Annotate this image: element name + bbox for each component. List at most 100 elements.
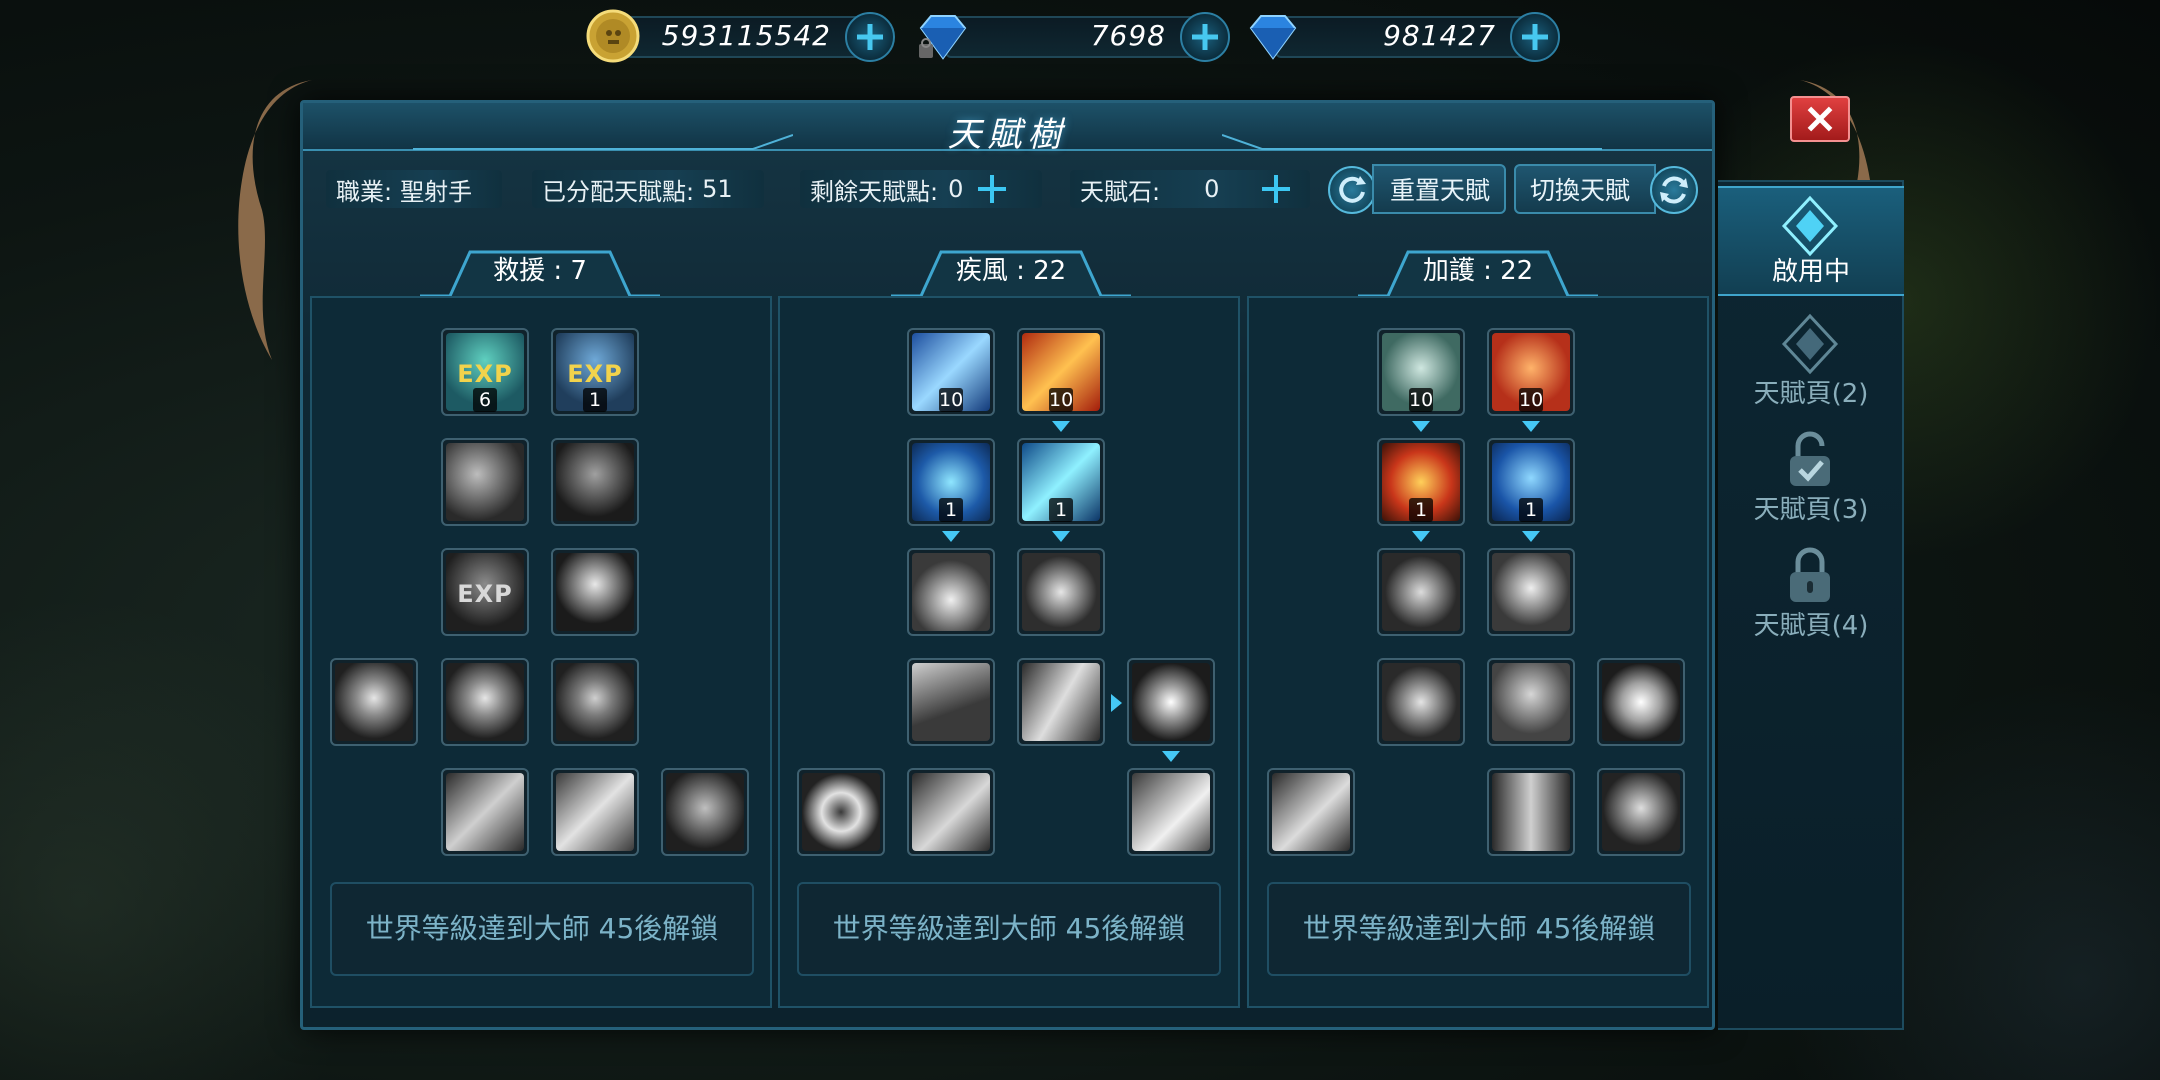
tab-talent-page-4[interactable]: 天賦頁(4) bbox=[1718, 538, 1904, 648]
gale-header-text: 疾風 : 22 bbox=[955, 256, 1067, 286]
guard-skill-hero[interactable] bbox=[1597, 768, 1685, 856]
rescue-unlock-notice: 世界等級達到大師 45後解鎖 bbox=[330, 882, 754, 976]
tab-page-4-label: 天賦頁(4) bbox=[1753, 611, 1869, 641]
meteor-icon bbox=[912, 773, 990, 851]
diamond-icon bbox=[1249, 15, 1297, 60]
guard-skill-statue[interactable] bbox=[1487, 548, 1575, 636]
tab-talent-page-2[interactable]: 天賦頁(2) bbox=[1718, 306, 1904, 416]
rescue-skill-exp-man[interactable]: EXP bbox=[441, 548, 529, 636]
gale-skill-spiral[interactable] bbox=[1017, 548, 1105, 636]
gale-skill-whirl[interactable] bbox=[907, 548, 995, 636]
guard-skill-arrows[interactable] bbox=[1267, 768, 1355, 856]
skill-level: 10 bbox=[939, 388, 964, 412]
class-value: 聖射手 bbox=[400, 177, 473, 206]
reset-icon[interactable] bbox=[1328, 166, 1376, 214]
switch-talent-button[interactable]: 切換天賦 bbox=[1514, 164, 1656, 214]
unlocked-lock-icon bbox=[1790, 431, 1830, 486]
rescue-exp-skill-1[interactable]: EXP 6 bbox=[441, 328, 529, 416]
bound-diamond-currency: 7698 bbox=[915, 12, 1230, 62]
hammer-icon bbox=[912, 663, 990, 741]
skill-level: 6 bbox=[473, 388, 497, 412]
diamond-amount: 981427 bbox=[1383, 19, 1496, 52]
talent-stone-info: 天賦石: 0 bbox=[1070, 170, 1310, 208]
path-arrow-icon bbox=[1052, 421, 1070, 432]
class-info: 職業: 聖射手 bbox=[326, 170, 502, 208]
pillar-icon bbox=[1492, 773, 1570, 851]
guard-skill-4[interactable]: 1 bbox=[1487, 438, 1575, 526]
guard-skill-3[interactable]: 1 bbox=[1377, 438, 1465, 526]
gale-skill-3[interactable]: 1 bbox=[907, 438, 995, 526]
target-icon bbox=[802, 773, 880, 851]
rescue-skill-heart-3[interactable] bbox=[551, 658, 639, 746]
guard-skill-dome[interactable] bbox=[1487, 658, 1575, 746]
title-bar: 天賦樹 bbox=[303, 103, 1712, 155]
add-talent-stone-button[interactable] bbox=[1259, 172, 1293, 206]
gale-skill-storm[interactable] bbox=[1127, 768, 1215, 856]
rescue-skill-aura[interactable] bbox=[551, 548, 639, 636]
guard-skill-2[interactable]: 10 bbox=[1487, 328, 1575, 416]
exp-text-3: EXP bbox=[457, 580, 513, 608]
path-arrow-icon bbox=[1052, 531, 1070, 542]
close-button[interactable] bbox=[1790, 96, 1850, 142]
bound-diamond-icon bbox=[919, 15, 967, 60]
currency-bar: 593115542 7698 981427 bbox=[585, 6, 1570, 66]
gale-skill-sparkle[interactable] bbox=[1127, 658, 1215, 746]
gale-skill-hammer[interactable] bbox=[907, 658, 995, 746]
gale-skill-meteor[interactable] bbox=[907, 768, 995, 856]
path-arrow-icon bbox=[1412, 531, 1430, 542]
gale-unlock-notice: 世界等級達到大師 45後解鎖 bbox=[797, 882, 1221, 976]
switch-icon[interactable] bbox=[1650, 166, 1698, 214]
rescue-skill-warrior[interactable] bbox=[551, 438, 639, 526]
storm-icon bbox=[1132, 773, 1210, 851]
tab-page-2-label: 天賦頁(2) bbox=[1753, 379, 1869, 409]
tab-talent-page-3[interactable]: 天賦頁(3) bbox=[1718, 422, 1904, 532]
guard-skill-burst[interactable] bbox=[1597, 658, 1685, 746]
talent-page-sidebar: 啟用中 天賦頁(2) 天賦頁(3) 天賦頁(4) bbox=[1718, 180, 1904, 1030]
rescue-skill-arrows[interactable] bbox=[441, 768, 529, 856]
add-bound-diamond-button[interactable] bbox=[1180, 12, 1230, 62]
tab-page-3-label: 天賦頁(3) bbox=[1753, 495, 1869, 525]
add-talent-point-button[interactable] bbox=[975, 172, 1009, 206]
rescue-skill-heart-2[interactable] bbox=[441, 658, 529, 746]
gale-skill-blade[interactable] bbox=[1017, 658, 1105, 746]
burst-icon bbox=[1602, 663, 1680, 741]
gale-skill-2[interactable]: 10 bbox=[1017, 328, 1105, 416]
window-title: 天賦樹 bbox=[947, 115, 1068, 155]
reset-talent-button[interactable]: 重置天賦 bbox=[1372, 164, 1506, 214]
class-label: 職業: bbox=[336, 177, 393, 206]
rescue-skill-skull[interactable] bbox=[661, 768, 749, 856]
spiral-icon bbox=[1022, 553, 1100, 631]
gold-amount: 593115542 bbox=[661, 19, 831, 52]
heart-icon bbox=[335, 663, 413, 741]
add-gold-button[interactable] bbox=[845, 12, 895, 62]
guard-skill-lightning-shield[interactable] bbox=[1377, 548, 1465, 636]
bound-diamond-field bbox=[945, 16, 1206, 58]
skill-level: 10 bbox=[1409, 388, 1434, 412]
gale-skill-4[interactable]: 1 bbox=[1017, 438, 1105, 526]
active-talent-icon bbox=[1781, 195, 1839, 257]
exp-text-2: EXP bbox=[567, 360, 623, 388]
dome-icon bbox=[1492, 663, 1570, 741]
guard-skill-pillar[interactable] bbox=[1487, 768, 1575, 856]
rescue-exp-skill-2[interactable]: EXP 1 bbox=[551, 328, 639, 416]
exp-text-1: EXP bbox=[457, 360, 513, 388]
sparkle-icon bbox=[1132, 663, 1210, 741]
rescue-skill-slash[interactable] bbox=[551, 768, 639, 856]
path-arrow-icon bbox=[1522, 531, 1540, 542]
gale-skill-target[interactable] bbox=[797, 768, 885, 856]
guard-skill-cross-shield[interactable] bbox=[1377, 658, 1465, 746]
rescue-skill-coins[interactable] bbox=[441, 438, 529, 526]
guard-skill-1[interactable]: 10 bbox=[1377, 328, 1465, 416]
gale-skill-1[interactable]: 10 bbox=[907, 328, 995, 416]
hero-icon bbox=[1602, 773, 1680, 851]
skill-level: 10 bbox=[1519, 388, 1544, 412]
add-diamond-button[interactable] bbox=[1510, 12, 1560, 62]
rescue-skill-heart-1[interactable] bbox=[330, 658, 418, 746]
stone-label: 天賦石: bbox=[1080, 177, 1161, 206]
skill-level: 1 bbox=[939, 498, 963, 522]
path-arrow-icon bbox=[942, 531, 960, 542]
arrows-icon bbox=[1272, 773, 1350, 851]
lightning-shield-icon bbox=[1382, 553, 1460, 631]
guard-header-text: 加護 : 22 bbox=[1422, 256, 1534, 286]
tab-active-page[interactable]: 啟用中 bbox=[1718, 186, 1904, 296]
